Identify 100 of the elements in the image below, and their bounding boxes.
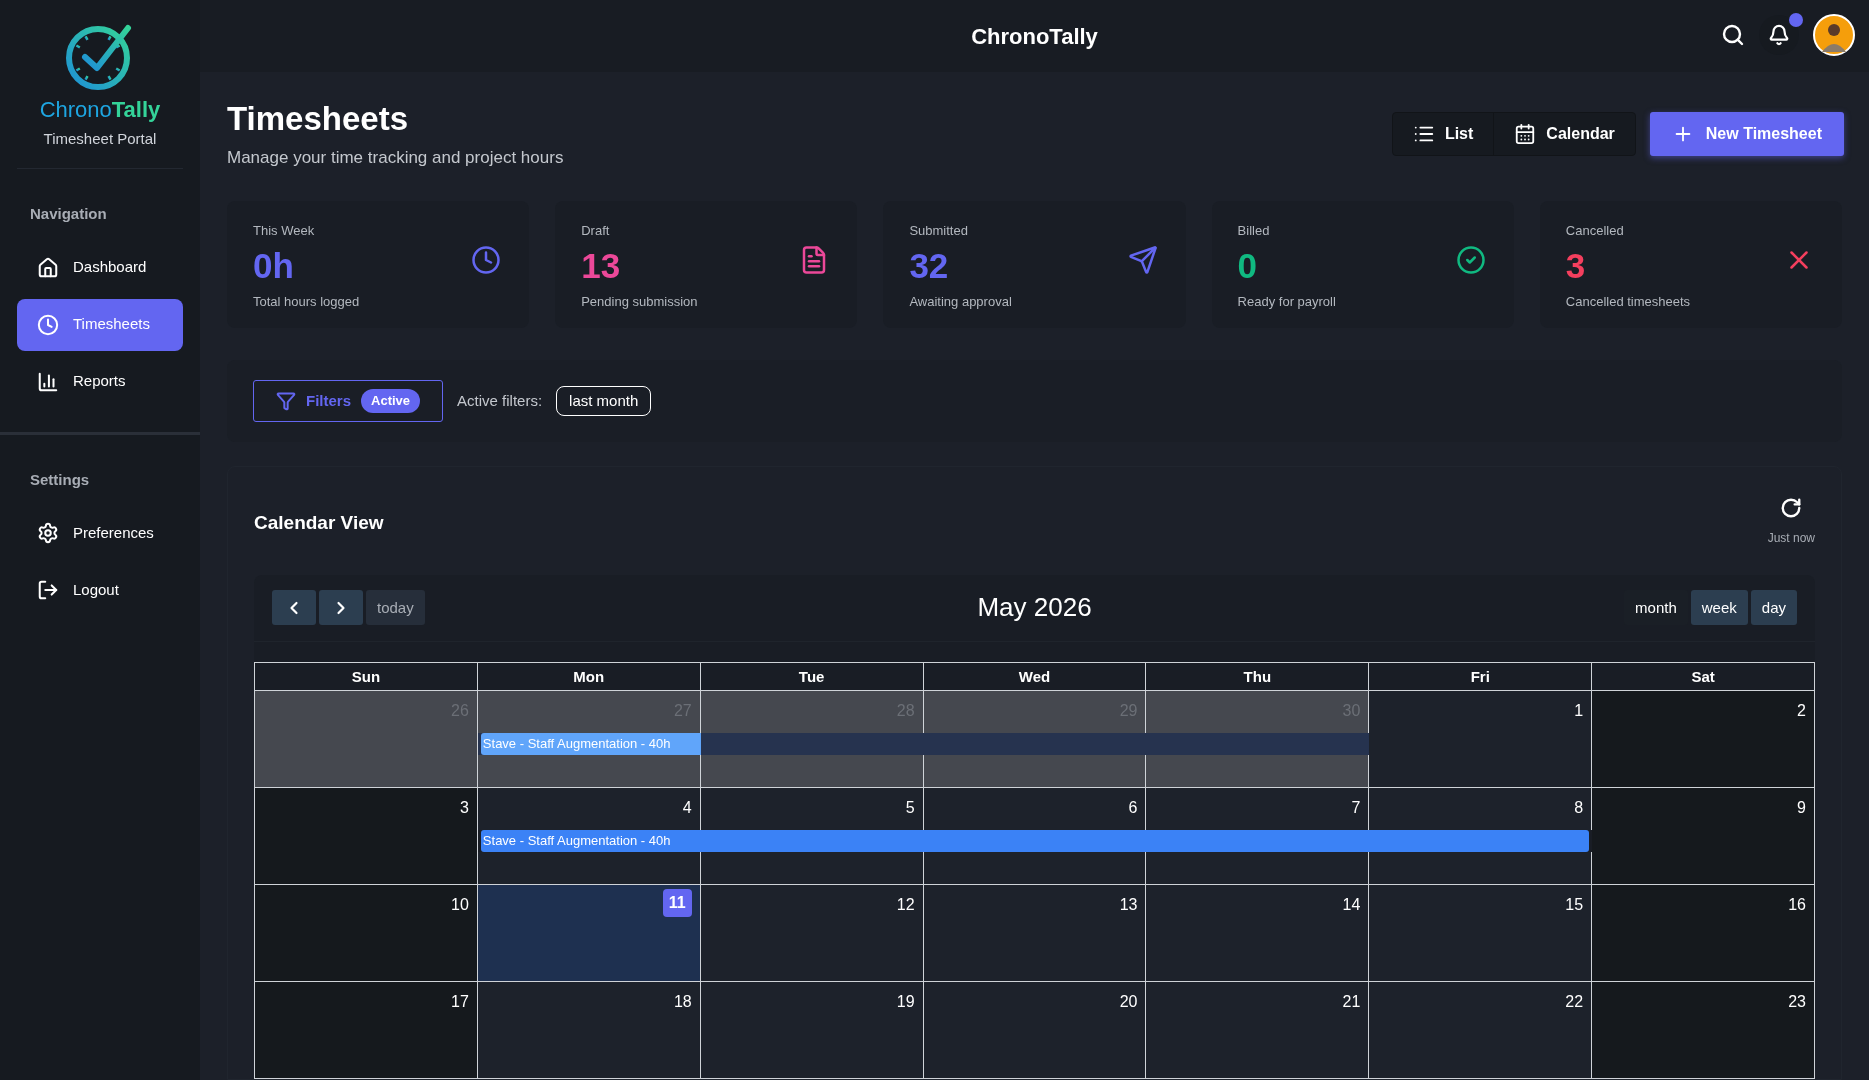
page-subtitle: Manage your time tracking and project hours xyxy=(227,147,564,170)
clock-icon xyxy=(37,313,59,336)
day-cell[interactable]: 19 xyxy=(700,982,924,1079)
day-cell[interactable]: 1 xyxy=(1369,691,1593,788)
day-number: 21 xyxy=(1342,992,1361,1012)
day-cell[interactable]: 12 xyxy=(700,885,924,982)
day-number: 14 xyxy=(1342,895,1361,915)
logout-icon xyxy=(37,579,59,601)
day-number: 9 xyxy=(1797,798,1806,818)
next-button[interactable] xyxy=(319,590,363,626)
nav-item[interactable]: Timesheets xyxy=(17,298,183,351)
day-number: 15 xyxy=(1565,895,1584,915)
app-title: ChronoTally xyxy=(971,22,1098,51)
day-cell[interactable]: 17 xyxy=(255,982,478,1079)
new-timesheet-button[interactable]: New Timesheet xyxy=(1649,112,1844,156)
stat-label: Submitted xyxy=(909,221,969,240)
stat-value: 13 xyxy=(581,245,622,288)
day-number: 16 xyxy=(1788,895,1806,915)
filter-icon xyxy=(276,390,296,411)
stat-value: 0 xyxy=(1237,245,1259,288)
day-number: 19 xyxy=(896,992,915,1012)
bell-icon[interactable] xyxy=(1768,24,1790,46)
day-number: 18 xyxy=(673,992,692,1012)
refresh-time: Just now xyxy=(1767,529,1815,547)
today-button[interactable]: today xyxy=(366,590,425,626)
day-cell[interactable]: 9 xyxy=(1592,788,1815,885)
day-cell[interactable]: 21 xyxy=(1146,982,1370,1079)
stat-label: Draft xyxy=(581,221,611,240)
day-number: 8 xyxy=(1574,798,1584,818)
day-number: 7 xyxy=(1351,798,1361,818)
stat-value: 0h xyxy=(253,245,295,288)
nav-item[interactable]: Logout xyxy=(17,564,183,616)
day-cell[interactable]: 7 xyxy=(1146,788,1370,830)
bar-chart-icon xyxy=(37,370,59,393)
nav-item[interactable]: Reports xyxy=(17,355,183,408)
stat-caption: Ready for payroll xyxy=(1237,293,1336,312)
refresh-icon[interactable] xyxy=(1780,496,1803,519)
section-heading: Settings xyxy=(29,469,91,490)
stat-label: Cancelled xyxy=(1565,221,1625,240)
day-cell[interactable]: 20 xyxy=(923,982,1147,1079)
stat-caption: Pending submission xyxy=(581,293,698,312)
day-number: 5 xyxy=(905,798,915,818)
day-cell[interactable]: 11 xyxy=(477,885,701,982)
home-icon xyxy=(37,256,59,279)
previous-button[interactable] xyxy=(272,590,316,626)
search-icon[interactable] xyxy=(1721,23,1745,47)
send-icon xyxy=(1127,244,1158,275)
day-number: 12 xyxy=(896,895,915,915)
day-cell[interactable]: 2 xyxy=(1592,691,1815,788)
check-circle-icon xyxy=(1455,244,1486,275)
brand-subtitle: Timesheet Portal xyxy=(43,128,157,149)
today-date: 11 xyxy=(662,889,692,917)
event-bar[interactable]: Stave - Staff Augmentation - 40h xyxy=(480,830,1590,852)
day-number: 1 xyxy=(1574,701,1584,721)
stat-caption: Awaiting approval xyxy=(909,293,1012,312)
nav-item[interactable]: Dashboard xyxy=(17,241,183,294)
day-cell[interactable]: 3 xyxy=(255,788,478,885)
day-number: 3 xyxy=(459,798,469,818)
stat-value: 3 xyxy=(1565,245,1587,288)
day-number: 22 xyxy=(1565,992,1584,1012)
day-cell[interactable]: 5 xyxy=(700,788,924,830)
stat-value: 32 xyxy=(909,245,950,288)
calendar-view-title: Calendar View xyxy=(254,510,384,535)
day-cell[interactable]: 23 xyxy=(1592,982,1815,1079)
day-cell[interactable]: 14 xyxy=(1146,885,1370,982)
day-cell[interactable]: 8 xyxy=(1369,788,1593,830)
stat-label: Billed xyxy=(1237,221,1271,240)
stat-caption: Total hours logged xyxy=(253,293,360,312)
avatar[interactable] xyxy=(1813,14,1855,56)
event-label: Stave - Staff Augmentation - 40h xyxy=(480,733,701,755)
view-button[interactable]: day xyxy=(1750,590,1797,626)
day-cell[interactable]: 18 xyxy=(477,982,701,1079)
day-number: 20 xyxy=(1119,992,1138,1012)
view-toggle-button[interactable]: List xyxy=(1392,113,1494,155)
view-toggle-button[interactable]: Calendar xyxy=(1493,113,1635,155)
day-number: 23 xyxy=(1788,992,1806,1012)
gear-icon xyxy=(37,522,59,544)
day-number: 10 xyxy=(451,895,469,915)
filters-button[interactable]: Filters Active xyxy=(253,379,444,422)
day-number: 2 xyxy=(1797,701,1806,721)
day-cell[interactable]: 22 xyxy=(1369,982,1593,1079)
page-title: Timesheets xyxy=(227,99,409,139)
month-title: May 2026 xyxy=(977,591,1092,625)
stat-caption: Cancelled timesheets xyxy=(1565,293,1691,312)
day-cell[interactable]: 16 xyxy=(1592,885,1815,982)
day-number: 13 xyxy=(1119,895,1138,915)
day-cell[interactable]: 4 xyxy=(477,788,701,830)
clock-icon xyxy=(471,244,502,275)
brand-wordmark: ChronoTally xyxy=(39,96,161,124)
day-cell[interactable]: 10 xyxy=(255,885,478,982)
stat-label: This Week xyxy=(253,221,316,240)
filter-chip[interactable]: last month xyxy=(556,385,652,416)
section-heading: Navigation xyxy=(29,204,108,224)
day-cell[interactable]: 6 xyxy=(923,788,1147,830)
day-cell[interactable]: 13 xyxy=(923,885,1147,982)
view-button[interactable]: week xyxy=(1690,590,1748,626)
active-badge: Active xyxy=(361,389,421,413)
nav-item[interactable]: Preferences xyxy=(17,507,183,559)
day-cell[interactable]: 15 xyxy=(1369,885,1593,982)
day-number: 4 xyxy=(682,798,692,818)
